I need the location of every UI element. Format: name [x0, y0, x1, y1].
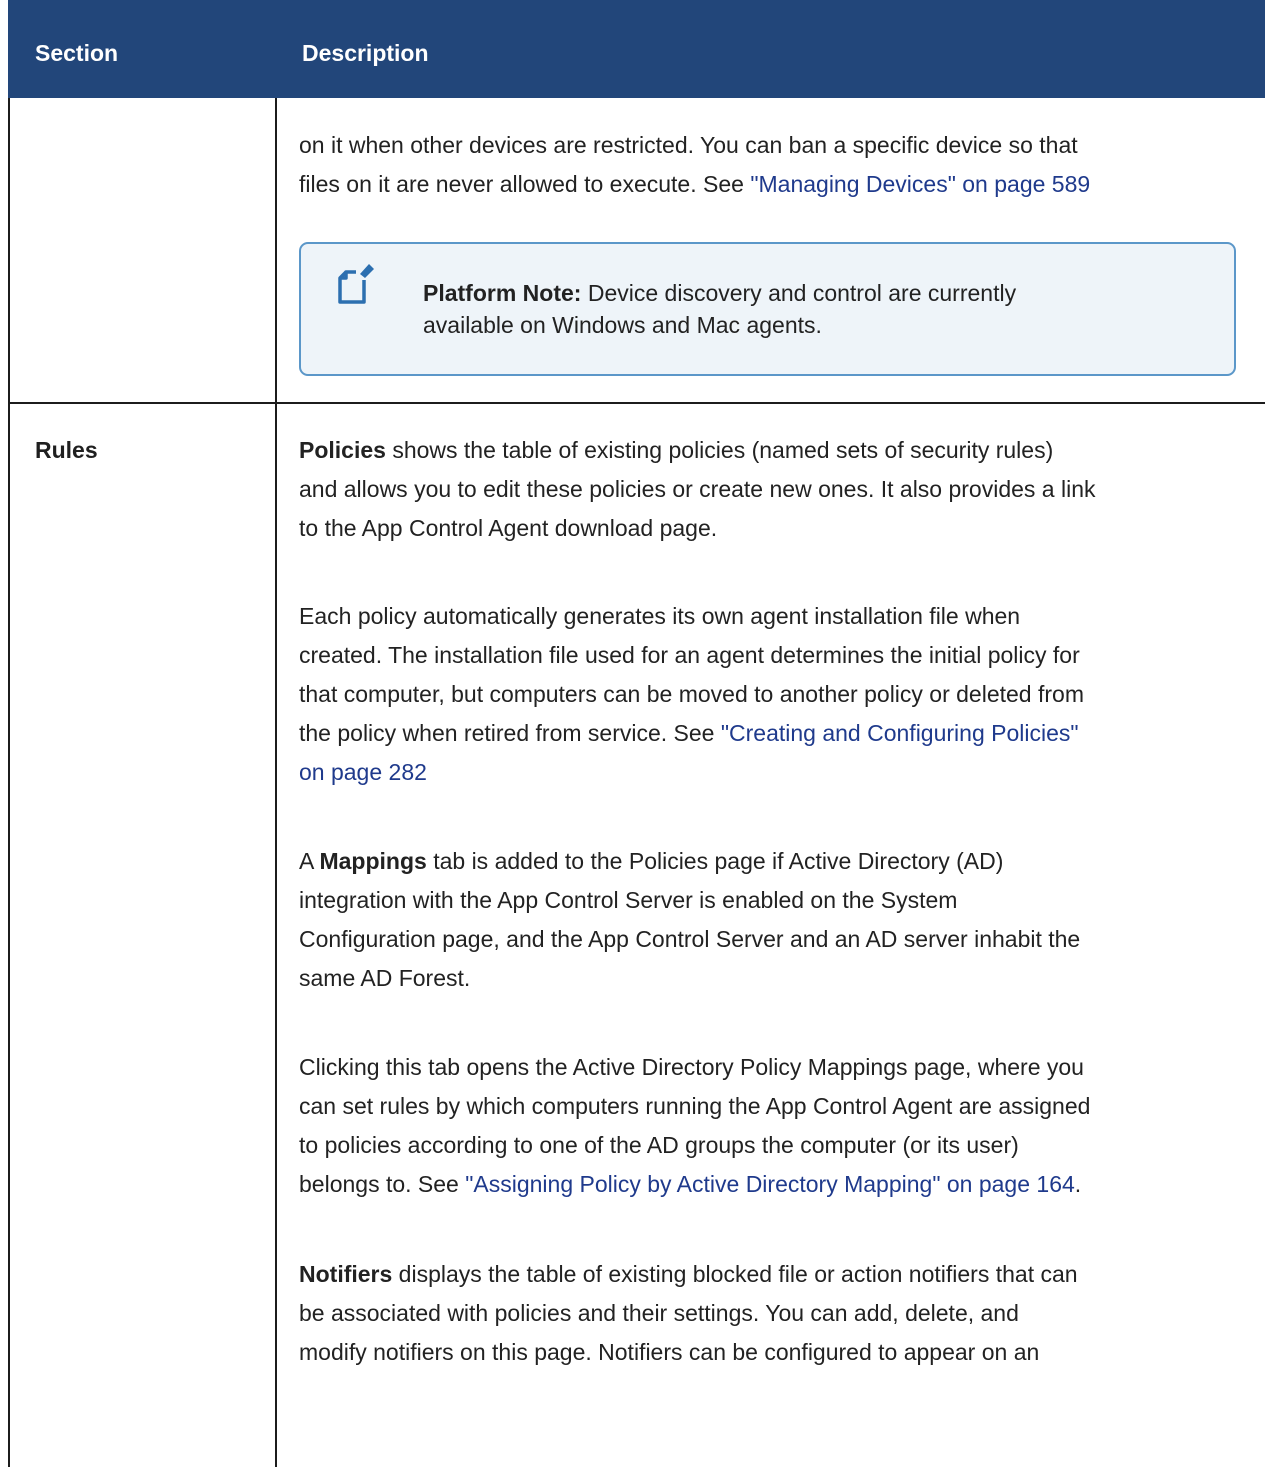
notifiers-bold: Notifiers [299, 1261, 393, 1287]
ad-mapping-link[interactable]: "Assigning Policy by Active Directory Ma… [465, 1171, 1075, 1197]
rules-para-ad-mappings: Clicking this tab opens the Active Direc… [299, 1048, 1249, 1204]
rules-p1-l1: shows the table of existing policies (na… [385, 437, 1054, 463]
rules-p2-line5: on page 282 [299, 753, 1249, 792]
rules-para-policies: Policies shows the table of existing pol… [299, 431, 1249, 548]
rules-para-mappings: A Mappings tab is added to the Policies … [299, 842, 1249, 998]
rules-p3-prefix: A [299, 848, 320, 874]
table-header: Section Description [8, 0, 1265, 98]
header-section-label: Section [35, 40, 119, 66]
rules-p5-line2: be associated with policies and their se… [299, 1300, 1019, 1326]
rules-p1-line2: and allows you to edit these policies or… [299, 476, 1096, 502]
rules-p5-line1: Notifiers displays the table of existing… [299, 1255, 1249, 1294]
table-row-divider [8, 402, 1265, 404]
row1-description: on it when other devices are restricted.… [299, 126, 1249, 204]
table-border-left [8, 98, 10, 1467]
row1-line2: files on it are never allowed to execute… [299, 165, 1249, 204]
managing-devices-link[interactable]: "Managing Devices" on page 589 [750, 171, 1090, 197]
document-page: Section Description on it when other dev… [0, 0, 1265, 1467]
rules-section-label: Rules [35, 437, 98, 463]
rules-p4-line3: to policies according to one of the AD g… [299, 1132, 1019, 1158]
rules-p3-line1: A Mappings tab is added to the Policies … [299, 842, 1249, 881]
platform-note-text: Platform Note: Device discovery and cont… [423, 277, 1213, 341]
rules-p4-line4: belongs to. See "Assigning Policy by Act… [299, 1165, 1249, 1204]
rules-p5-l1: displays the table of existing blocked f… [392, 1261, 1078, 1287]
rules-p3-l1: tab is added to the Policies page if Act… [426, 848, 1004, 874]
platform-note-label: Platform Note: [423, 280, 582, 306]
rules-para-notifiers: Notifiers displays the table of existing… [299, 1255, 1249, 1372]
note-pencil-icon [338, 264, 374, 304]
rules-p1-line1: Policies shows the table of existing pol… [299, 431, 1249, 470]
header-description-label: Description [302, 40, 429, 66]
mappings-bold: Mappings [319, 848, 427, 874]
rules-p2-line1: Each policy automatically generates its … [299, 603, 1021, 629]
row1-line2-text: files on it are never allowed to execute… [299, 171, 751, 197]
rules-p3-line4: same AD Forest. [299, 965, 471, 991]
creating-policies-link-page[interactable]: on page 282 [299, 759, 427, 785]
rules-p4-line2: can set rules by which computers running… [299, 1093, 1091, 1119]
platform-note-line1: Device discovery and control are current… [581, 280, 1017, 306]
rules-p2-line2: created. The installation file used for … [299, 642, 1080, 668]
platform-note-line2: available on Windows and Mac agents. [423, 312, 822, 338]
rules-p3-line2: integration with the App Control Server … [299, 887, 958, 913]
creating-policies-link[interactable]: "Creating and Configuring Policies" [721, 720, 1079, 746]
rules-p4-l4-text: belongs to. See [299, 1171, 466, 1197]
rules-p2-line4: the policy when retired from service. Se… [299, 714, 1249, 753]
rules-p5-line3: modify notifiers on this page. Notifiers… [299, 1339, 1040, 1365]
table-border-middle [275, 98, 277, 1467]
rules-p3-line3: Configuration page, and the App Control … [299, 926, 1081, 952]
rules-p4-line1: Clicking this tab opens the Active Direc… [299, 1054, 1084, 1080]
row1-line1: on it when other devices are restricted.… [299, 132, 1078, 158]
rules-para-installation: Each policy automatically generates its … [299, 597, 1249, 792]
platform-note-box: Platform Note: Device discovery and cont… [299, 242, 1236, 376]
rules-p1-line3: to the App Control Agent download page. [299, 515, 718, 541]
policies-bold: Policies [299, 437, 386, 463]
rules-p2-l4-text: the policy when retired from service. Se… [299, 720, 721, 746]
rules-p2-line3: that computer, but computers can be move… [299, 681, 1084, 707]
rules-p4-l4-suffix: . [1074, 1171, 1082, 1197]
